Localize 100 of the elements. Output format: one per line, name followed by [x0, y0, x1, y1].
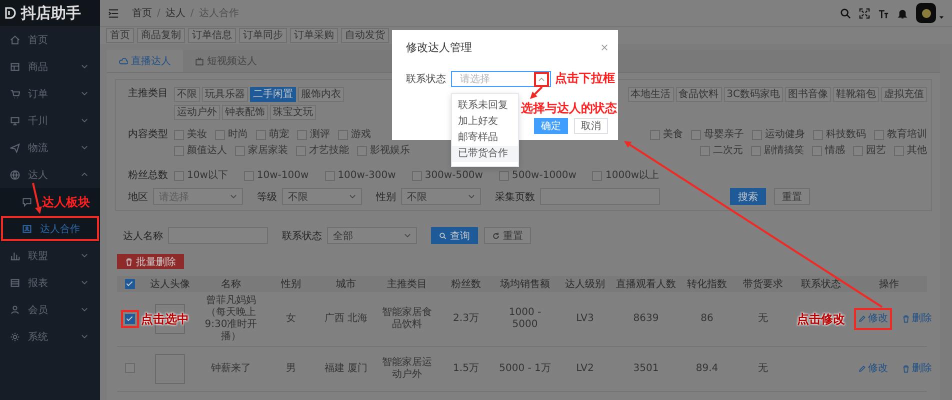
- checkbox[interactable]: [751, 146, 761, 156]
- dialog-button[interactable]: 确定: [534, 118, 568, 134]
- sidebar-menu-item[interactable]: 订单: [0, 80, 100, 107]
- breadcrumb-item[interactable]: 首页: [132, 6, 152, 20]
- column-header: 达人头像: [143, 276, 197, 292]
- row-checkbox[interactable]: [125, 314, 135, 324]
- page-tab[interactable]: 订单信息: [188, 28, 236, 43]
- filter-button[interactable]: 重置: [774, 188, 810, 205]
- close-icon[interactable]: [601, 44, 608, 51]
- dialog-button[interactable]: 取消: [574, 118, 608, 134]
- category-chip[interactable]: 食品饮料: [676, 87, 722, 102]
- checkbox[interactable]: [592, 171, 602, 181]
- sidebar-menu-item[interactable]: 会员: [0, 296, 100, 323]
- sidebar-menu-item[interactable]: 联盟: [0, 242, 100, 269]
- delete-link[interactable]: 删除: [898, 358, 936, 380]
- dropdown-option[interactable]: 加上好友: [452, 114, 518, 130]
- sidebar-menu-item[interactable]: 物流: [0, 134, 100, 161]
- checkbox[interactable]: [297, 130, 307, 140]
- menu-icon[interactable]: [108, 8, 119, 18]
- checkbox-label: 10w-100w: [256, 169, 309, 183]
- category-chip[interactable]: 不限: [174, 87, 200, 102]
- dropdown-option[interactable]: 已带货合作: [452, 146, 518, 162]
- sidebar-menu-item[interactable]: 报表: [0, 269, 100, 296]
- cloud-icon: [119, 56, 128, 66]
- search-icon[interactable]: [840, 8, 851, 18]
- checkbox[interactable]: [357, 146, 367, 156]
- page-tab[interactable]: 订单采购: [290, 28, 338, 43]
- category-chip[interactable]: 虚拟充值: [881, 87, 927, 102]
- checkbox[interactable]: [874, 130, 884, 140]
- checkbox[interactable]: [853, 146, 863, 156]
- category-chip[interactable]: 二手闲置: [250, 87, 296, 102]
- table-cell: 智能家居食品饮料: [375, 292, 439, 346]
- page-tab[interactable]: 订单同步: [239, 28, 287, 43]
- text-size-icon[interactable]: [878, 8, 889, 18]
- sidebar-menu-item[interactable]: 首页: [0, 26, 100, 53]
- checkbox[interactable]: [215, 130, 225, 140]
- column-header: 直播观看人数: [613, 276, 679, 292]
- bell-icon[interactable]: [897, 8, 908, 18]
- user-avatar[interactable]: [916, 3, 936, 23]
- checkbox[interactable]: [338, 130, 348, 140]
- sidebar-menu-item[interactable]: 系统: [0, 323, 100, 350]
- trash-icon: [902, 365, 910, 373]
- category-chip[interactable]: 图书音像: [785, 87, 831, 102]
- category-chip[interactable]: 珠宝文玩: [270, 105, 316, 120]
- query-button[interactable]: 重置: [484, 227, 531, 244]
- category-chip[interactable]: 运动户外: [174, 105, 220, 120]
- caret-icon[interactable]: [939, 14, 944, 20]
- sidebar-submenu-item[interactable]: 达人合作: [0, 215, 100, 242]
- dropdown-option[interactable]: 邮寄样品: [452, 130, 518, 146]
- checkbox[interactable]: [412, 171, 422, 181]
- row-checkbox[interactable]: [125, 363, 135, 374]
- category-chip[interactable]: 本地生活: [628, 87, 674, 102]
- checkbox[interactable]: [691, 130, 701, 140]
- checkbox[interactable]: [700, 146, 710, 156]
- checkbox-label: 美食: [663, 128, 683, 142]
- fullscreen-icon[interactable]: [859, 8, 870, 18]
- page-tab[interactable]: 商品复制: [137, 28, 185, 43]
- sidebar-menu-item[interactable]: 商品: [0, 53, 100, 80]
- select-field[interactable]: 请选择: [451, 71, 551, 87]
- checkbox[interactable]: [650, 130, 660, 140]
- category-chip[interactable]: 钟表配饰: [222, 105, 268, 120]
- checkbox[interactable]: [174, 171, 184, 181]
- checkbox[interactable]: [812, 146, 822, 156]
- batch-delete-button[interactable]: 批量删除: [117, 254, 184, 269]
- sidebar-menu-item[interactable]: 千川: [0, 107, 100, 134]
- checkbox[interactable]: [752, 130, 762, 140]
- checkbox-label: 美妆: [187, 128, 207, 142]
- tab[interactable]: 直播达人: [107, 50, 183, 72]
- edit-link[interactable]: 修改: [854, 308, 892, 330]
- checkbox[interactable]: [324, 171, 335, 181]
- grid-icon: [10, 62, 20, 72]
- annotation-text: 达人板块: [42, 194, 90, 208]
- category-chip[interactable]: 服饰内衣: [298, 87, 344, 102]
- select-field[interactable]: 不限: [401, 188, 481, 205]
- checkbox[interactable]: [498, 171, 509, 181]
- query-button[interactable]: 查询: [431, 227, 478, 244]
- checkbox[interactable]: [174, 130, 184, 140]
- edit-link[interactable]: 修改: [854, 358, 892, 380]
- checkbox[interactable]: [894, 146, 904, 156]
- category-chip[interactable]: 玩具乐器: [202, 87, 248, 102]
- checkbox[interactable]: [813, 130, 823, 140]
- checkbox-label: 家居家装: [248, 144, 288, 158]
- checkbox[interactable]: [244, 171, 254, 181]
- select-field[interactable]: 全部: [327, 227, 417, 244]
- select-all-checkbox[interactable]: [125, 278, 135, 289]
- breadcrumb-item[interactable]: 达人: [165, 6, 186, 20]
- category-chip[interactable]: 3C数码家电: [724, 87, 783, 102]
- select-field[interactable]: 不限: [282, 188, 362, 205]
- checkbox[interactable]: [256, 130, 266, 140]
- checkbox[interactable]: [296, 146, 306, 156]
- dropdown-option[interactable]: 联系未回复: [452, 98, 518, 114]
- delete-link[interactable]: 删除: [898, 308, 936, 330]
- sidebar-menu-item[interactable]: 达人: [0, 161, 100, 188]
- page-tab[interactable]: 自动发货: [341, 28, 389, 43]
- page-tab[interactable]: 首页: [106, 28, 134, 43]
- checkbox[interactable]: [235, 146, 245, 156]
- category-chip[interactable]: 鞋靴箱包: [833, 87, 879, 102]
- checkbox[interactable]: [174, 146, 184, 156]
- column-header: 达人级别: [557, 276, 613, 292]
- filter-button[interactable]: 搜索: [730, 188, 766, 205]
